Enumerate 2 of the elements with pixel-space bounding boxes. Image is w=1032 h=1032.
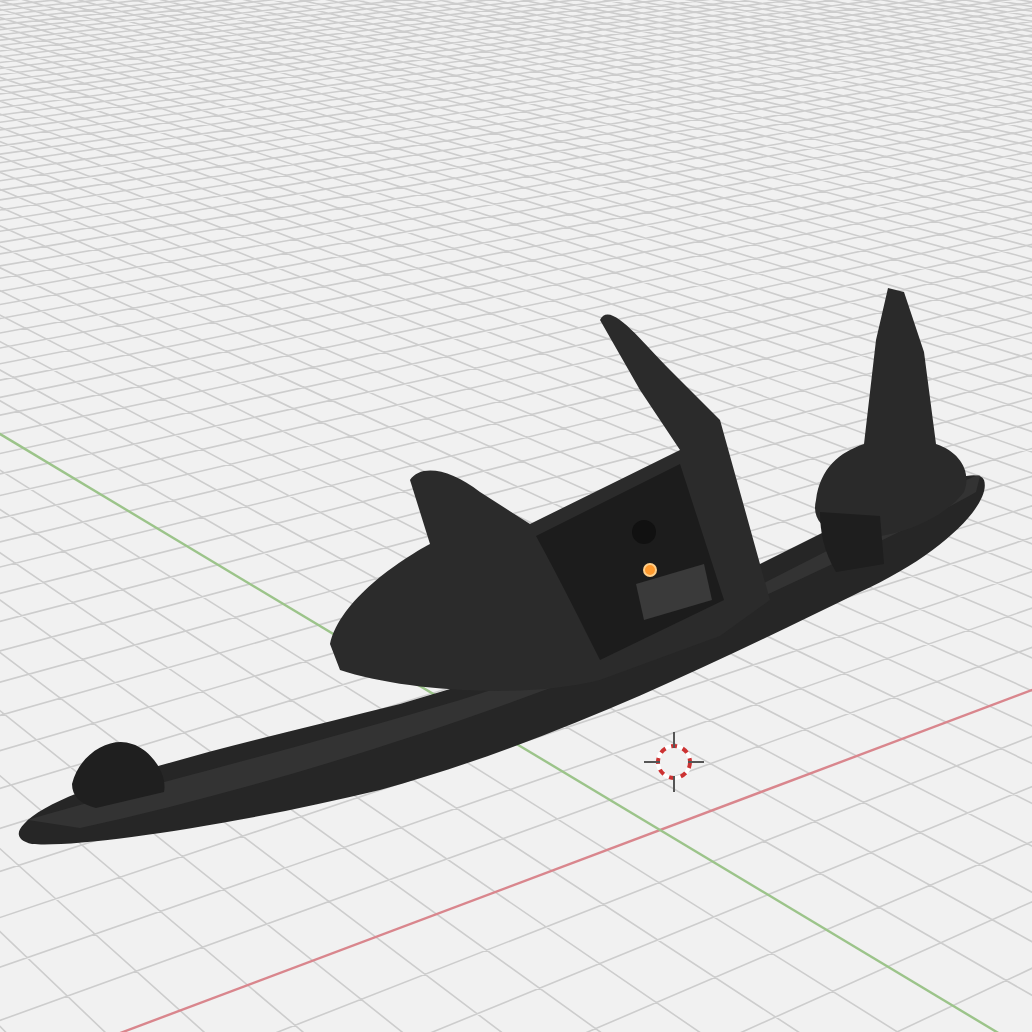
cursor-icon[interactable] [643,731,705,793]
model-drawing[interactable] [18,288,985,845]
